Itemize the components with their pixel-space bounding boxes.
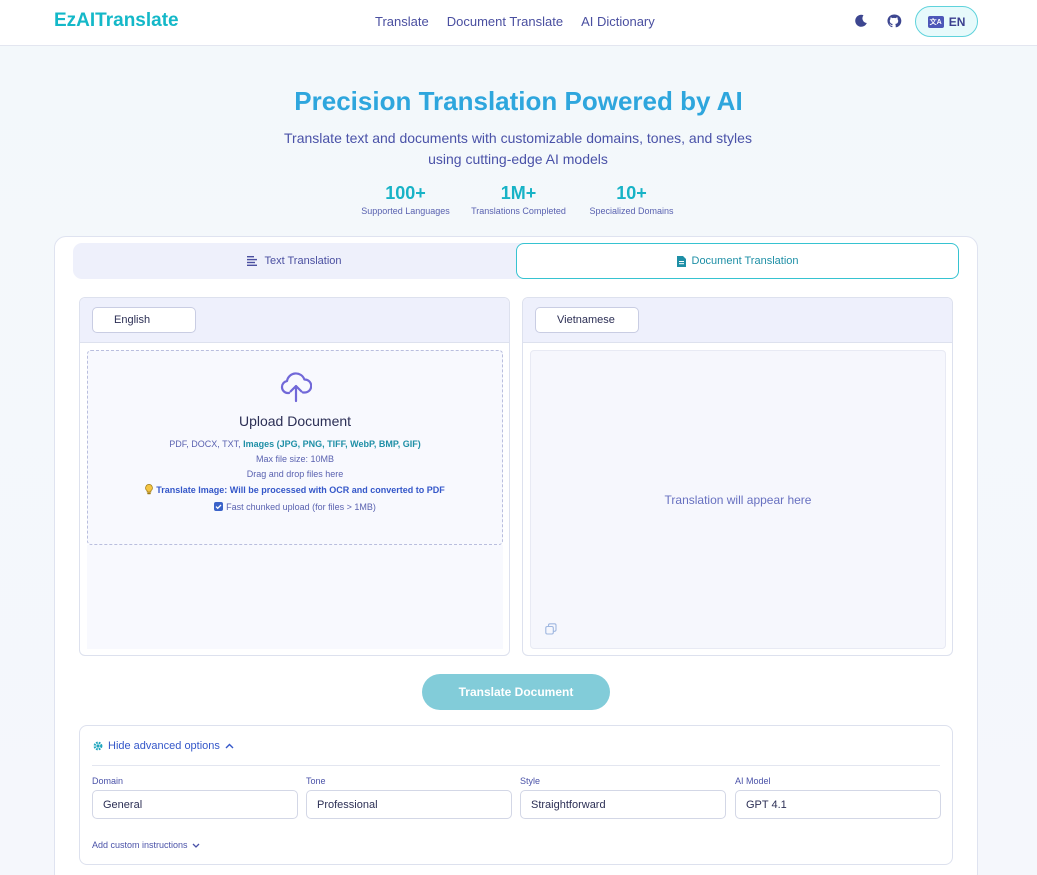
drag-drop-hint: Drag and drop files here: [246, 469, 344, 479]
tab-label: Text Translation: [264, 255, 342, 267]
output-placeholder: Translation will appear here: [664, 493, 812, 507]
chunked-upload-label: Fast chunked upload (for files > 1MB): [226, 502, 376, 512]
stat-label: Translations Completed: [471, 206, 566, 216]
gear-icon: [93, 741, 103, 751]
source-panel-header: English: [80, 298, 509, 343]
chevron-up-icon: [225, 743, 234, 749]
formats-images: Images (JPG, PNG, TIFF, WebP, BMP, GIF): [243, 439, 421, 449]
translate-icon: 文A: [927, 15, 944, 28]
source-empty-area: [87, 545, 503, 649]
checkbox-icon[interactable]: [214, 502, 224, 511]
target-panel-header: Vietnamese: [523, 298, 952, 343]
advanced-toggle-label: Hide advanced options: [108, 740, 220, 752]
max-file-size: Max file size: 10MB: [255, 454, 335, 464]
tab-text-translation[interactable]: Text Translation: [73, 243, 516, 279]
tab-label: Document Translation: [691, 255, 799, 267]
stat-label: Supported Languages: [361, 206, 450, 216]
source-language-select[interactable]: English: [92, 307, 196, 333]
mode-tabs: Text Translation Document Translation: [73, 243, 959, 279]
source-panel: English Upload Document PDF, DOCX, TXT, …: [79, 297, 510, 656]
advanced-divider: [92, 765, 940, 766]
hero-subtitle: Translate text and documents with custom…: [258, 128, 778, 170]
cloud-upload-icon: [280, 372, 312, 403]
advanced-options-panel: Hide advanced options Domain General Ton…: [79, 725, 953, 865]
language-code: EN: [948, 14, 966, 29]
stat-value: 100+: [385, 183, 426, 203]
custom-instructions-toggle[interactable]: Add custom instructions: [92, 840, 200, 850]
moon-icon[interactable]: [853, 13, 869, 29]
lines-icon: [247, 256, 258, 266]
hero-subtitle-line2: using cutting-edge AI models: [428, 151, 608, 167]
advanced-options-toggle[interactable]: Hide advanced options: [93, 740, 234, 752]
document-drop-zone[interactable]: Upload Document PDF, DOCX, TXT, Images (…: [87, 350, 503, 545]
chunked-upload-option[interactable]: Fast chunked upload (for files > 1MB): [88, 502, 502, 512]
main-nav: Translate Document Translate AI Dictiona…: [375, 14, 655, 29]
custom-instructions-label: Add custom instructions: [92, 840, 188, 850]
nav-ai-dictionary[interactable]: AI Dictionary: [581, 14, 655, 29]
domain-select[interactable]: General: [92, 790, 298, 819]
formats-plain: PDF, DOCX, TXT,: [169, 439, 244, 449]
nav-document-translate[interactable]: Document Translate: [447, 14, 563, 29]
style-label: Style: [520, 776, 541, 786]
tone-label: Tone: [306, 776, 326, 786]
stat-value: 1M+: [500, 183, 537, 203]
document-icon: [676, 255, 686, 267]
top-header: EzAITranslate Translate Document Transla…: [0, 0, 1037, 46]
chevron-down-icon: [192, 843, 200, 848]
tone-select[interactable]: Professional: [306, 790, 512, 819]
supported-formats: PDF, DOCX, TXT, Images (JPG, PNG, TIFF, …: [88, 439, 502, 449]
target-panel: Vietnamese Translation will appear here: [522, 297, 953, 656]
ocr-note: Translate Image: Will be processed with …: [88, 484, 502, 495]
github-icon[interactable]: [886, 13, 902, 29]
upload-title: Upload Document: [238, 413, 352, 429]
app-logo[interactable]: EzAITranslate: [54, 10, 179, 32]
hero-title: Precision Translation Powered by AI: [294, 86, 743, 116]
stats-row: 100+ Supported Languages 1M+ Translation…: [0, 183, 1037, 216]
nav-translate[interactable]: Translate: [375, 14, 429, 29]
ai-model-label: AI Model: [735, 776, 771, 786]
tab-document-translation[interactable]: Document Translation: [516, 243, 959, 279]
stat-languages: 100+ Supported Languages: [358, 183, 453, 216]
stat-label: Specialized Domains: [589, 206, 674, 216]
translate-document-button[interactable]: Translate Document: [422, 674, 610, 710]
ai-model-select[interactable]: GPT 4.1: [735, 790, 941, 819]
copy-icon[interactable]: [545, 623, 557, 635]
stat-domains: 10+ Specialized Domains: [584, 183, 679, 216]
lightbulb-icon: [145, 484, 153, 495]
language-switcher[interactable]: 文A EN: [915, 6, 978, 37]
domain-label: Domain: [92, 776, 124, 786]
target-language-select[interactable]: Vietnamese: [535, 307, 639, 333]
ocr-note-text: Translate Image: Will be processed with …: [156, 485, 445, 495]
stat-translations: 1M+ Translations Completed: [471, 183, 566, 216]
style-select[interactable]: Straightforward: [520, 790, 726, 819]
stat-value: 10+: [616, 183, 647, 203]
translation-output: Translation will appear here: [530, 350, 946, 649]
check-mark: [215, 504, 222, 510]
hero-subtitle-line1: Translate text and documents with custom…: [284, 130, 752, 146]
